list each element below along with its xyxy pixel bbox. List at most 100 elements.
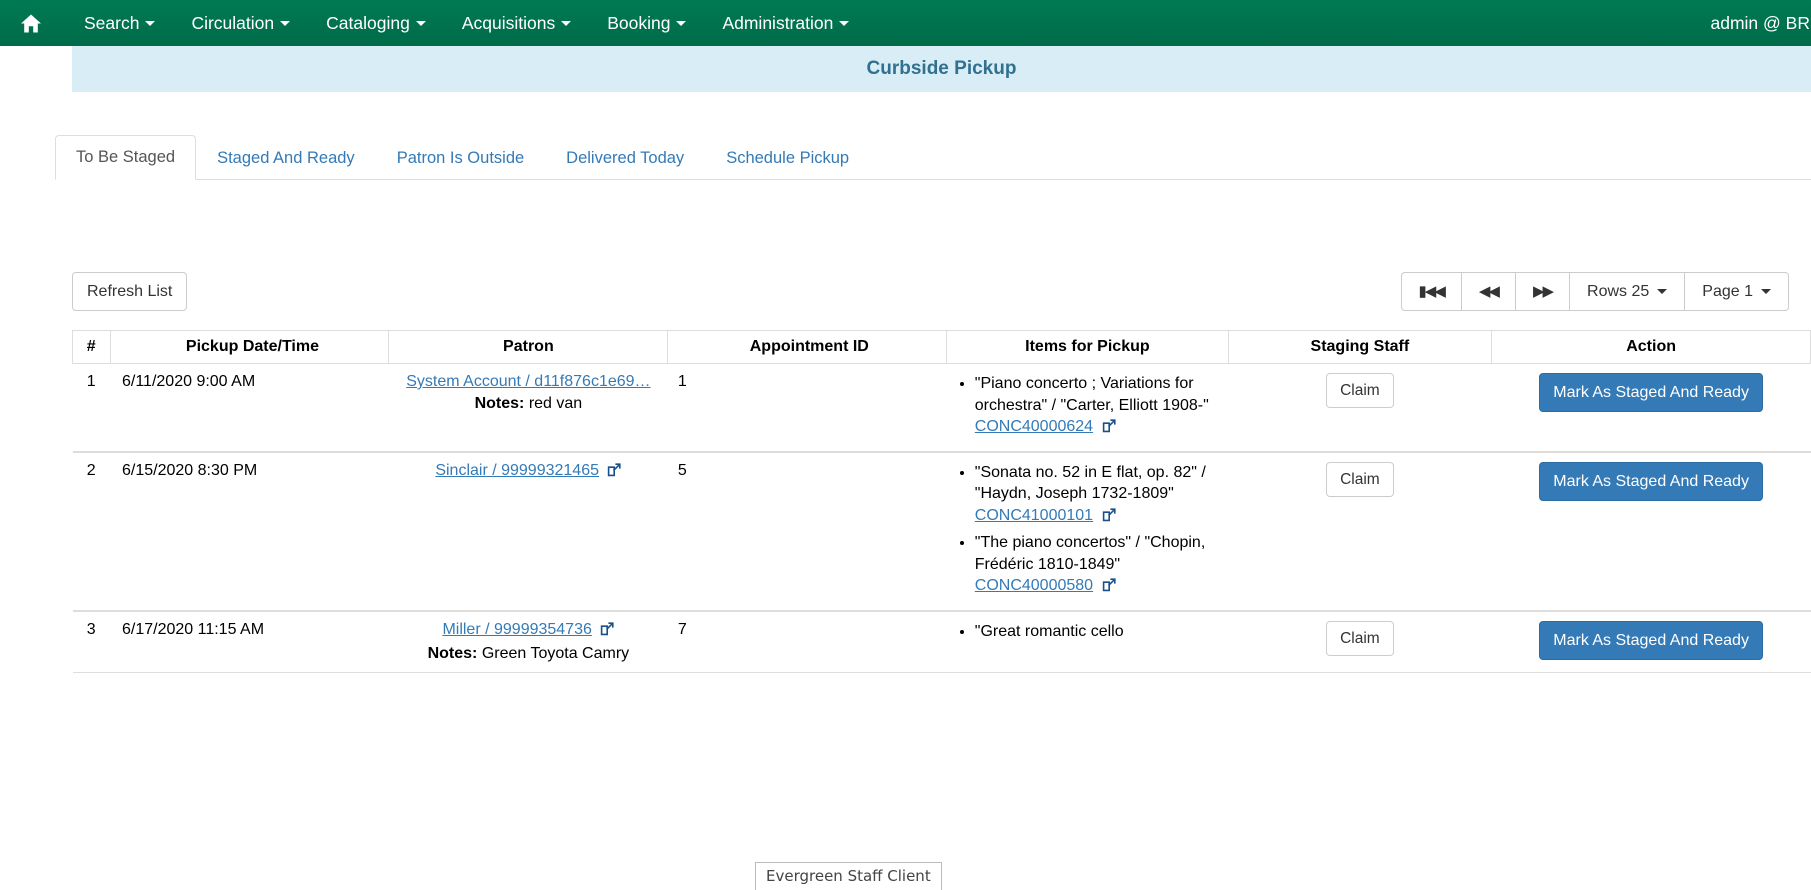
item-title: "Piano concerto ; Variations for orchest…: [975, 375, 1209, 414]
external-link-icon[interactable]: [1102, 577, 1116, 599]
previous-page-icon[interactable]: ◀◀: [1461, 272, 1515, 311]
row-number: 1: [73, 364, 111, 452]
item-barcode-link[interactable]: CONC40000624: [975, 418, 1093, 435]
next-page-glyph: ▶▶: [1533, 282, 1552, 301]
nav-item-search[interactable]: Search: [66, 0, 173, 46]
row-pickup-datetime: 6/15/2020 8:30 PM: [110, 452, 389, 611]
item-title: "Great romantic cello: [975, 623, 1124, 640]
patron-link[interactable]: System Account / d11f876c1e69…: [406, 373, 650, 390]
mark-as-staged-and-ready-button[interactable]: Mark As Staged And Ready: [1539, 373, 1763, 412]
list-item: "The piano concertos" / "Chopin, Frédéri…: [975, 532, 1220, 599]
column-header-action: Action: [1492, 331, 1811, 364]
row-staging-staff-cell: Claim: [1228, 452, 1492, 611]
tab-bar: To Be Staged Staged And Ready Patron Is …: [55, 136, 1811, 180]
row-staging-staff-cell: Claim: [1228, 364, 1492, 452]
item-barcode-link[interactable]: CONC40000580: [975, 577, 1093, 594]
table-row: 3 6/17/2020 11:15 AM Miller / 9999935473…: [73, 611, 1811, 673]
items-list: "Piano concerto ; Variations for orchest…: [955, 373, 1220, 440]
row-items-cell: "Great romantic cello: [947, 611, 1228, 673]
claim-button[interactable]: Claim: [1326, 373, 1394, 408]
pagination-controls: ▮◀◀ ◀◀ ▶▶ Rows 25 Page 1: [1401, 272, 1789, 311]
chevron-down-icon: [561, 21, 571, 26]
nav-item-label: Administration: [722, 0, 833, 46]
nav-item-label: Cataloging: [326, 0, 410, 46]
first-page-icon[interactable]: ▮◀◀: [1401, 272, 1461, 311]
curbside-pickup-table: # Pickup Date/Time Patron Appointment ID…: [72, 330, 1811, 673]
chevron-down-icon: [1657, 289, 1667, 294]
chevron-down-icon: [1761, 289, 1771, 294]
page-number-label: Page 1: [1702, 282, 1753, 301]
nav-item-booking[interactable]: Booking: [589, 0, 704, 46]
refresh-list-button[interactable]: Refresh List: [72, 272, 187, 311]
row-patron-cell: Miller / 99999354736 Notes: Green Toyota…: [389, 611, 668, 673]
items-list: "Great romantic cello: [955, 621, 1220, 643]
nav-item-circulation[interactable]: Circulation: [173, 0, 308, 46]
external-link-icon[interactable]: [600, 622, 614, 641]
rows-per-page-label: Rows 25: [1587, 282, 1649, 301]
status-bar: Evergreen Staff Client: [755, 862, 942, 890]
column-header-pickup-datetime: Pickup Date/Time: [110, 331, 389, 364]
tab-to-be-staged[interactable]: To Be Staged: [55, 135, 196, 180]
chevron-down-icon: [416, 21, 426, 26]
navbar-menu-list: Search Circulation Cataloging Acquisitio…: [66, 0, 867, 46]
nav-item-label: Circulation: [191, 0, 274, 46]
tab-schedule-pickup[interactable]: Schedule Pickup: [705, 136, 870, 180]
page-title: Curbside Pickup: [72, 46, 1811, 92]
main-content: Refresh List ▮◀◀ ◀◀ ▶▶ Rows 25 Page 1: [0, 272, 1811, 673]
item-barcode-link[interactable]: CONC41000101: [975, 507, 1093, 524]
column-header-patron: Patron: [389, 331, 668, 364]
row-pickup-datetime: 6/11/2020 9:00 AM: [110, 364, 389, 452]
nav-item-cataloging[interactable]: Cataloging: [308, 0, 444, 46]
notes-text: Green Toyota Camry: [482, 645, 629, 662]
column-header-appointment-id: Appointment ID: [668, 331, 947, 364]
tab-patron-is-outside[interactable]: Patron Is Outside: [376, 136, 545, 180]
row-appointment-id: 5: [668, 452, 947, 611]
table-row: 1 6/11/2020 9:00 AM System Account / d11…: [73, 364, 1811, 452]
table-body: 1 6/11/2020 9:00 AM System Account / d11…: [73, 364, 1811, 673]
chevron-down-icon: [280, 21, 290, 26]
table-header-row: # Pickup Date/Time Patron Appointment ID…: [73, 331, 1811, 364]
item-title: "The piano concertos" / "Chopin, Frédéri…: [975, 534, 1206, 573]
row-items-cell: "Piano concerto ; Variations for orchest…: [947, 364, 1228, 452]
claim-button[interactable]: Claim: [1326, 621, 1394, 656]
patron-notes: Notes: Green Toyota Camry: [397, 645, 660, 663]
table-row: 2 6/15/2020 8:30 PM Sinclair / 999993214…: [73, 452, 1811, 611]
external-link-icon[interactable]: [1102, 418, 1116, 440]
mark-as-staged-and-ready-button[interactable]: Mark As Staged And Ready: [1539, 621, 1763, 660]
notes-label: Notes:: [475, 395, 525, 412]
row-action-cell: Mark As Staged And Ready: [1492, 611, 1811, 673]
column-header-staging-staff: Staging Staff: [1228, 331, 1492, 364]
page-title-container: Curbside Pickup: [0, 46, 1811, 92]
row-appointment-id: 7: [668, 611, 947, 673]
row-action-cell: Mark As Staged And Ready: [1492, 364, 1811, 452]
row-number: 2: [73, 452, 111, 611]
nav-item-administration[interactable]: Administration: [704, 0, 867, 46]
tab-staged-and-ready[interactable]: Staged And Ready: [196, 136, 376, 180]
row-action-cell: Mark As Staged And Ready: [1492, 452, 1811, 611]
external-link-icon[interactable]: [607, 463, 621, 482]
patron-notes: Notes: red van: [397, 395, 660, 413]
previous-page-glyph: ◀◀: [1479, 282, 1498, 301]
main-navbar: Search Circulation Cataloging Acquisitio…: [0, 0, 1811, 46]
nav-item-label: Search: [84, 0, 139, 46]
list-item: "Piano concerto ; Variations for orchest…: [975, 373, 1220, 440]
claim-button[interactable]: Claim: [1326, 462, 1394, 497]
tab-delivered-today[interactable]: Delivered Today: [545, 136, 705, 180]
patron-link[interactable]: Sinclair / 99999321465: [435, 462, 599, 479]
rows-per-page-dropdown[interactable]: Rows 25: [1569, 272, 1684, 311]
patron-link[interactable]: Miller / 99999354736: [442, 621, 591, 638]
list-item: "Sonata no. 52 in E flat, op. 82" / "Hay…: [975, 462, 1220, 529]
notes-text: red van: [529, 395, 582, 412]
next-page-icon[interactable]: ▶▶: [1515, 272, 1569, 311]
nav-item-acquisitions[interactable]: Acquisitions: [444, 0, 589, 46]
row-items-cell: "Sonata no. 52 in E flat, op. 82" / "Hay…: [947, 452, 1228, 611]
row-patron-cell: System Account / d11f876c1e69… Notes: re…: [389, 364, 668, 452]
account-menu[interactable]: admin @ BR1-ab: [1711, 0, 1811, 46]
page-number-dropdown[interactable]: Page 1: [1684, 272, 1789, 311]
row-pickup-datetime: 6/17/2020 11:15 AM: [110, 611, 389, 673]
home-icon[interactable]: [14, 8, 48, 38]
notes-label: Notes:: [428, 645, 478, 662]
external-link-icon[interactable]: [1102, 507, 1116, 529]
mark-as-staged-and-ready-button[interactable]: Mark As Staged And Ready: [1539, 462, 1763, 501]
chevron-down-icon: [145, 21, 155, 26]
